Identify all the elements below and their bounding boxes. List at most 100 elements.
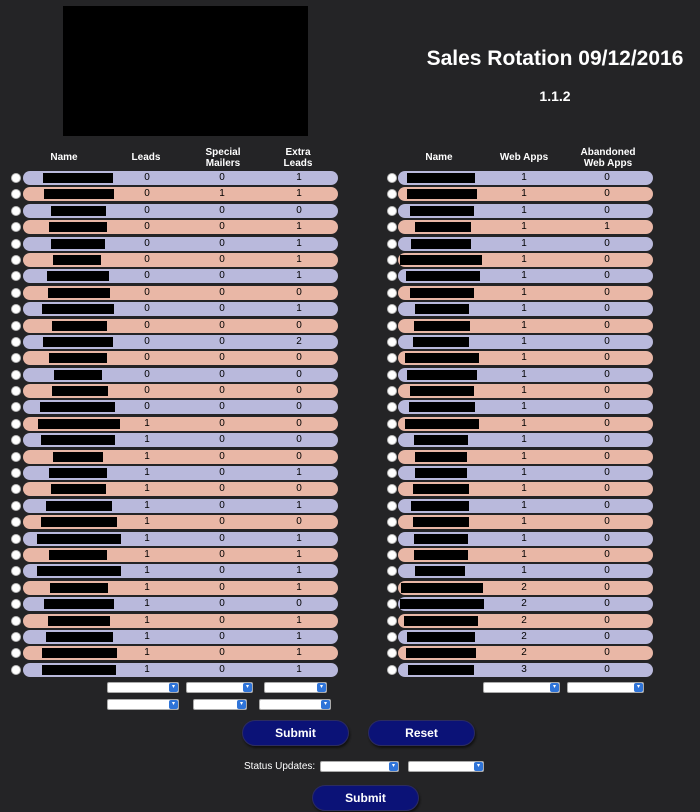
- row-radio[interactable]: [11, 451, 21, 462]
- row-radio[interactable]: [387, 582, 397, 593]
- row-radio[interactable]: [11, 418, 21, 429]
- right-filter-select-1[interactable]: ▾: [483, 682, 560, 693]
- row-radio[interactable]: [11, 271, 21, 282]
- row-radio[interactable]: [11, 599, 21, 610]
- row-bar: 10: [398, 334, 653, 349]
- row-radio[interactable]: [387, 189, 397, 200]
- row-radio[interactable]: [387, 631, 397, 642]
- name-redacted: [410, 287, 474, 298]
- cell-abandoned: 0: [604, 663, 610, 675]
- row-radio[interactable]: [11, 254, 21, 265]
- row-radio[interactable]: [11, 402, 21, 413]
- row-radio[interactable]: [387, 500, 397, 511]
- row-radio[interactable]: [387, 222, 397, 233]
- row-radio[interactable]: [387, 615, 397, 626]
- row-radio[interactable]: [11, 222, 21, 233]
- right-filter-select-2[interactable]: ▾: [567, 682, 644, 693]
- row-radio[interactable]: [387, 254, 397, 265]
- row-radio[interactable]: [11, 205, 21, 216]
- row-bar: 1 0 1: [23, 613, 338, 628]
- table-row: 10: [387, 301, 653, 317]
- cell-web: 1: [521, 221, 527, 233]
- table-row: 1 0 1: [11, 645, 341, 661]
- row-radio[interactable]: [387, 336, 397, 347]
- left-filter-select-6[interactable]: ▾: [259, 699, 331, 710]
- row-radio[interactable]: [387, 533, 397, 544]
- name-redacted: [408, 664, 474, 675]
- row-radio[interactable]: [387, 369, 397, 380]
- row-radio[interactable]: [11, 615, 21, 626]
- row-radio[interactable]: [11, 238, 21, 249]
- row-radio[interactable]: [387, 353, 397, 364]
- row-radio[interactable]: [387, 304, 397, 315]
- cell-web: 1: [521, 516, 527, 528]
- row-radio[interactable]: [11, 549, 21, 560]
- row-radio[interactable]: [387, 549, 397, 560]
- status-select-2[interactable]: ▾: [408, 761, 484, 772]
- row-radio[interactable]: [11, 287, 21, 298]
- row-radio[interactable]: [387, 205, 397, 216]
- row-radio[interactable]: [11, 533, 21, 544]
- cell-special: 0: [219, 385, 225, 397]
- row-radio[interactable]: [387, 468, 397, 479]
- row-radio[interactable]: [387, 435, 397, 446]
- left-filter-select-4[interactable]: ▾: [107, 699, 179, 710]
- row-bar: 10: [398, 433, 653, 448]
- left-filter-select-3[interactable]: ▾: [264, 682, 327, 693]
- row-radio[interactable]: [11, 304, 21, 315]
- name-redacted: [53, 451, 103, 462]
- row-radio[interactable]: [11, 189, 21, 200]
- row-radio[interactable]: [11, 582, 21, 593]
- name-redacted: [415, 222, 471, 233]
- cell-abandoned: 0: [604, 401, 610, 413]
- name-redacted: [41, 517, 117, 528]
- row-radio[interactable]: [387, 386, 397, 397]
- row-radio[interactable]: [11, 320, 21, 331]
- row-radio[interactable]: [387, 648, 397, 659]
- status-submit-button[interactable]: Submit: [312, 785, 419, 811]
- row-radio[interactable]: [11, 336, 21, 347]
- left-filter-select-1[interactable]: ▾: [107, 682, 179, 693]
- row-radio[interactable]: [387, 271, 397, 282]
- row-radio[interactable]: [11, 468, 21, 479]
- row-radio[interactable]: [387, 664, 397, 675]
- row-radio[interactable]: [11, 369, 21, 380]
- cell-extra: 0: [296, 319, 302, 331]
- row-radio[interactable]: [11, 386, 21, 397]
- row-radio[interactable]: [387, 173, 397, 183]
- submit-button[interactable]: Submit: [242, 720, 349, 746]
- row-radio[interactable]: [11, 517, 21, 528]
- row-radio[interactable]: [387, 484, 397, 495]
- name-redacted: [414, 320, 470, 331]
- left-filter-select-2[interactable]: ▾: [186, 682, 253, 693]
- row-radio[interactable]: [387, 402, 397, 413]
- row-radio[interactable]: [11, 648, 21, 659]
- row-radio[interactable]: [11, 484, 21, 495]
- table-row: 0 0 1: [11, 236, 341, 252]
- status-select-1[interactable]: ▾: [320, 761, 399, 772]
- row-radio[interactable]: [387, 418, 397, 429]
- row-bar: 0 0 0: [23, 318, 338, 333]
- status-updates-label: Status Updates:: [244, 761, 316, 772]
- row-radio[interactable]: [11, 566, 21, 577]
- row-radio[interactable]: [387, 566, 397, 577]
- row-radio[interactable]: [11, 664, 21, 675]
- row-radio[interactable]: [11, 173, 21, 183]
- row-radio[interactable]: [387, 238, 397, 249]
- row-radio[interactable]: [11, 353, 21, 364]
- row-radio[interactable]: [387, 287, 397, 298]
- row-radio[interactable]: [387, 517, 397, 528]
- left-filter-select-5[interactable]: ▾: [193, 699, 247, 710]
- row-radio[interactable]: [387, 320, 397, 331]
- row-radio[interactable]: [387, 451, 397, 462]
- row-radio[interactable]: [11, 435, 21, 446]
- cell-extra: 0: [296, 401, 302, 413]
- reset-button[interactable]: Reset: [368, 720, 475, 746]
- row-radio[interactable]: [11, 631, 21, 642]
- dropdown-arrow-icon: ▾: [389, 762, 398, 771]
- row-radio[interactable]: [11, 500, 21, 511]
- row-radio[interactable]: [387, 599, 397, 610]
- row-bar: 0 0 1: [23, 171, 338, 185]
- name-redacted: [46, 631, 113, 642]
- cell-leads: 0: [144, 253, 150, 265]
